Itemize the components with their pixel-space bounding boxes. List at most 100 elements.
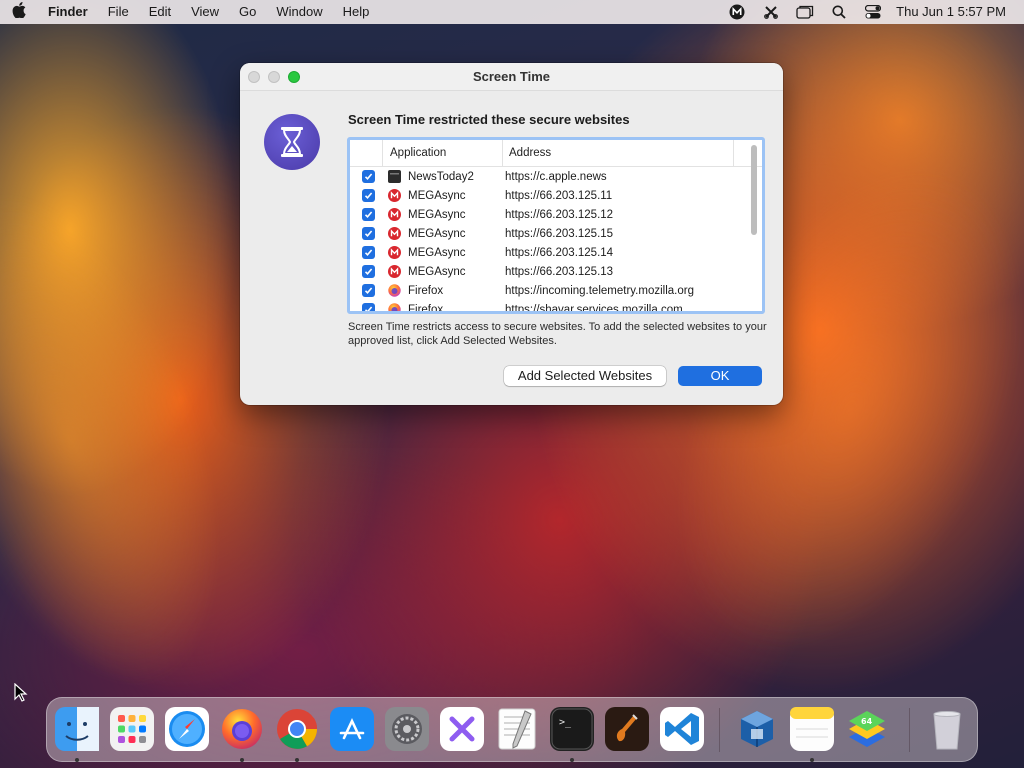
row-checkbox-cell xyxy=(350,265,383,278)
menubar-clock[interactable]: Thu Jun 1 5:57 PM xyxy=(890,0,1024,24)
websites-table[interactable]: Application Address NewsToday2 https://c.… xyxy=(347,137,765,314)
dock-running-indicator xyxy=(240,758,244,762)
dock-trash-icon[interactable] xyxy=(925,707,969,751)
row-checkbox-cell xyxy=(350,246,383,259)
row-checkbox[interactable] xyxy=(362,189,375,202)
row-checkbox-cell xyxy=(350,284,383,297)
minimize-window-button[interactable] xyxy=(268,70,280,83)
close-window-button[interactable] xyxy=(248,70,260,83)
megasync-icon xyxy=(388,189,401,202)
menu-help[interactable]: Help xyxy=(333,0,380,24)
windows-icon[interactable] xyxy=(788,0,822,24)
wallpaper-streak xyxy=(0,151,282,729)
apple-icon[interactable] xyxy=(0,2,38,22)
row-app-name: MEGAsync xyxy=(408,265,466,278)
dock-vscode-icon[interactable] xyxy=(660,707,704,751)
megasync-icon xyxy=(388,227,401,240)
row-checkbox[interactable] xyxy=(362,170,375,183)
scrollbar-thumb[interactable] xyxy=(751,145,757,235)
firefox-icon xyxy=(388,284,401,297)
dock-garageband-icon[interactable] xyxy=(605,707,649,751)
row-application: Firefox xyxy=(383,284,501,297)
dialog-titlebar[interactable]: Screen Time xyxy=(240,63,783,91)
table-scrollbar[interactable] xyxy=(749,140,759,284)
search-icon[interactable] xyxy=(822,0,856,24)
scissors-icon[interactable] xyxy=(754,0,788,24)
table-row[interactable]: MEGAsync https://66.203.125.15 xyxy=(350,224,762,243)
table-header: Application Address xyxy=(350,140,762,167)
dock: >_ 64 xyxy=(46,697,978,762)
dialog-headline: Screen Time restricted these secure webs… xyxy=(348,112,630,127)
row-application: MEGAsync xyxy=(383,227,501,240)
table-row[interactable]: Firefox https://shavar.services.mozilla.c… xyxy=(350,300,762,311)
dock-virtualbox-icon[interactable] xyxy=(735,707,779,751)
row-application: MEGAsync xyxy=(383,246,501,259)
dock-launchpad-icon[interactable] xyxy=(110,707,154,751)
row-application: MEGAsync xyxy=(383,208,501,221)
dock-app-store-icon[interactable] xyxy=(330,707,374,751)
row-address: https://66.203.125.12 xyxy=(505,208,614,221)
row-address: https://66.203.125.15 xyxy=(505,227,614,240)
row-checkbox-cell xyxy=(350,303,383,311)
megasync-icon[interactable] xyxy=(720,0,754,24)
menu-app-name[interactable]: Finder xyxy=(38,0,98,24)
table-row[interactable]: MEGAsync https://66.203.125.14 xyxy=(350,243,762,262)
row-checkbox-cell xyxy=(350,189,383,202)
row-checkbox-cell xyxy=(350,227,383,240)
firefox-icon xyxy=(388,303,401,311)
dock-chrome-icon[interactable] xyxy=(275,707,319,751)
svg-text:64: 64 xyxy=(861,717,873,726)
row-checkbox[interactable] xyxy=(362,284,375,297)
dock-notes-icon[interactable] xyxy=(790,707,834,751)
header-address[interactable]: Address xyxy=(503,140,734,167)
table-row[interactable]: Firefox https://incoming.telemetry.mozill… xyxy=(350,281,762,300)
row-checkbox[interactable] xyxy=(362,208,375,221)
dock-system-settings-icon[interactable] xyxy=(385,707,429,751)
dock-running-indicator xyxy=(570,758,574,762)
table-row[interactable]: MEGAsync https://66.203.125.13 xyxy=(350,262,762,281)
dock-running-indicator xyxy=(810,758,814,762)
header-application[interactable]: Application xyxy=(383,140,503,167)
row-checkbox-cell xyxy=(350,208,383,221)
row-checkbox[interactable] xyxy=(362,246,375,259)
megasync-icon xyxy=(388,208,401,221)
row-application: NewsToday2 xyxy=(383,170,501,183)
dock-safari-icon[interactable] xyxy=(165,707,209,751)
header-check-column[interactable] xyxy=(350,140,383,167)
table-row[interactable]: MEGAsync https://66.203.125.12 xyxy=(350,205,762,224)
menu-file[interactable]: File xyxy=(98,0,139,24)
dock-xcode-like-x-icon[interactable] xyxy=(440,707,484,751)
menu-go[interactable]: Go xyxy=(229,0,266,24)
dock-firefox-icon[interactable] xyxy=(220,707,264,751)
dock-finder-icon[interactable] xyxy=(55,707,99,751)
hourglass-icon xyxy=(264,114,320,170)
zoom-window-button[interactable] xyxy=(288,70,300,83)
row-address: https://shavar.services.mozilla.com xyxy=(505,303,683,312)
menu-window[interactable]: Window xyxy=(266,0,332,24)
row-application: Firefox xyxy=(383,303,501,311)
row-app-name: MEGAsync xyxy=(408,208,466,221)
control-center-icon[interactable] xyxy=(856,0,890,24)
dock-terminal-icon[interactable]: >_ xyxy=(550,707,594,751)
megasync-icon xyxy=(388,246,401,259)
row-address: https://66.203.125.13 xyxy=(505,265,614,278)
row-address: https://66.203.125.11 xyxy=(505,189,613,202)
table-row[interactable]: NewsToday2 https://c.apple.news xyxy=(350,167,762,186)
table-row[interactable]: MEGAsync https://66.203.125.11 xyxy=(350,186,762,205)
dock-bluestacks-icon[interactable]: 64 xyxy=(845,707,889,751)
row-app-name: Firefox xyxy=(408,303,444,312)
row-address: https://incoming.telemetry.mozilla.org xyxy=(505,284,694,297)
menu-edit[interactable]: Edit xyxy=(139,0,181,24)
menu-view[interactable]: View xyxy=(181,0,229,24)
add-selected-websites-button[interactable]: Add Selected Websites xyxy=(504,366,666,386)
dock-textedit-icon[interactable] xyxy=(495,707,539,751)
row-app-name: NewsToday2 xyxy=(408,170,474,183)
table-body: NewsToday2 https://c.apple.news MEGAsync ht… xyxy=(350,167,762,311)
dock-running-indicator xyxy=(75,758,79,762)
row-checkbox[interactable] xyxy=(362,265,375,278)
screen-time-dialog: Screen Time Screen Time restricted these… xyxy=(240,63,783,405)
ok-button[interactable]: OK xyxy=(678,366,762,386)
row-checkbox[interactable] xyxy=(362,303,375,311)
row-checkbox[interactable] xyxy=(362,227,375,240)
newstoday-icon xyxy=(388,170,401,183)
